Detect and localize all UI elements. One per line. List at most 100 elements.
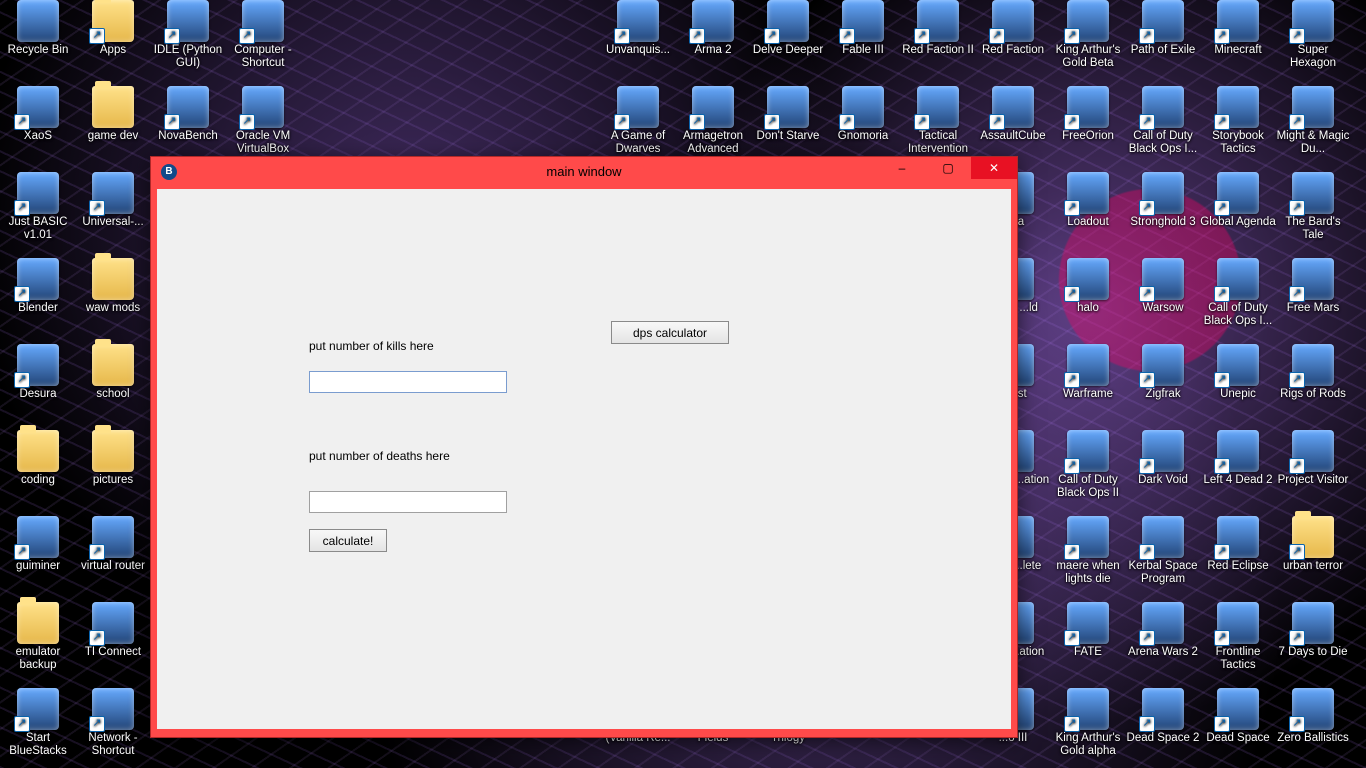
desktop-icon[interactable]: ↗Blender xyxy=(0,258,76,315)
desktop-icon-label: Global Agenda xyxy=(1200,216,1276,229)
desktop-icon[interactable]: ↗urban terror xyxy=(1275,516,1351,573)
shortcut-arrow-icon: ↗ xyxy=(1064,200,1080,216)
desktop-icon[interactable]: ↗Unepic xyxy=(1200,344,1276,401)
desktop-icon[interactable]: ↗Call of Duty Black Ops I... xyxy=(1125,86,1201,156)
desktop-icon[interactable]: ↗Warframe xyxy=(1050,344,1126,401)
desktop-icon[interactable]: waw mods xyxy=(75,258,151,315)
desktop-icon[interactable]: ↗Just BASIC v1.01 xyxy=(0,172,76,242)
desktop-icon[interactable]: ↗Red Faction xyxy=(975,0,1051,57)
desktop-icon[interactable]: ↗AssaultCube xyxy=(975,86,1051,143)
desktop-icon[interactable]: ↗Universal-... xyxy=(75,172,151,229)
desktop-icon[interactable]: emulator backup xyxy=(0,602,76,672)
desktop-icon[interactable]: ↗Zigfrak xyxy=(1125,344,1201,401)
desktop-icon[interactable]: ↗Frontline Tactics xyxy=(1200,602,1276,672)
desktop-icon[interactable]: ↗Red Eclipse xyxy=(1200,516,1276,573)
desktop-icon[interactable]: ↗Kerbal Space Program xyxy=(1125,516,1201,586)
desktop-icon[interactable]: ↗Armagetron Advanced xyxy=(675,86,751,156)
desktop-icon[interactable]: ↗Might & Magic Du... xyxy=(1275,86,1351,156)
desktop-icon[interactable]: ↗Gnomoria xyxy=(825,86,901,143)
shortcut-arrow-icon: ↗ xyxy=(89,544,105,560)
desktop-icon[interactable]: ↗Loadout xyxy=(1050,172,1126,229)
desktop-icon[interactable]: ↗Desura xyxy=(0,344,76,401)
desktop-icon[interactable]: ↗NovaBench xyxy=(150,86,226,143)
desktop-icon-label: Tactical Intervention xyxy=(900,130,976,156)
desktop-icon[interactable]: ↗Global Agenda xyxy=(1200,172,1276,229)
desktop-icon[interactable]: ↗Dead Space xyxy=(1200,688,1276,745)
desktop-icon[interactable]: ↗virtual router xyxy=(75,516,151,573)
deaths-input[interactable] xyxy=(309,491,507,513)
desktop-icon[interactable]: Recycle Bin xyxy=(0,0,76,57)
shortcut-arrow-icon: ↗ xyxy=(14,372,30,388)
desktop-icon[interactable]: ↗FreeOrion xyxy=(1050,86,1126,143)
desktop-icon[interactable]: ↗Minecraft xyxy=(1200,0,1276,57)
desktop-icon[interactable]: ↗TI Connect xyxy=(75,602,151,659)
desktop-icon[interactable]: ↗guiminer xyxy=(0,516,76,573)
deaths-label: put number of deaths here xyxy=(309,449,450,463)
shortcut-arrow-icon: ↗ xyxy=(1139,200,1155,216)
desktop-icon[interactable]: ↗Don't Starve xyxy=(750,86,826,143)
desktop-icon[interactable]: ↗Fable III xyxy=(825,0,901,57)
desktop-icon[interactable]: ↗IDLE (Python GUI) xyxy=(150,0,226,70)
desktop-icon[interactable]: ↗Zero Ballistics xyxy=(1275,688,1351,745)
desktop-icon[interactable]: ↗Delve Deeper xyxy=(750,0,826,57)
shortcut-arrow-icon: ↗ xyxy=(1289,286,1305,302)
desktop-icon[interactable]: ↗Computer - Shortcut xyxy=(225,0,301,70)
desktop-icon[interactable]: coding xyxy=(0,430,76,487)
desktop-icon[interactable]: ↗Stronghold 3 xyxy=(1125,172,1201,229)
shortcut-arrow-icon: ↗ xyxy=(989,114,1005,130)
desktop-icon[interactable]: ↗halo xyxy=(1050,258,1126,315)
calculate-button[interactable]: calculate! xyxy=(309,529,387,552)
desktop-icon-label: Unvanquis... xyxy=(600,44,676,57)
desktop-icon[interactable]: pictures xyxy=(75,430,151,487)
desktop-icon[interactable]: ↗Network - Shortcut xyxy=(75,688,151,758)
close-button[interactable]: ✕ xyxy=(971,157,1017,179)
desktop-icon[interactable]: ↗maere when lights die xyxy=(1050,516,1126,586)
desktop-icon[interactable]: ↗King Arthur's Gold alpha xyxy=(1050,688,1126,758)
shortcut-arrow-icon: ↗ xyxy=(989,28,1005,44)
desktop-icon[interactable]: ↗Storybook Tactics xyxy=(1200,86,1276,156)
desktop-icon[interactable]: ↗Dead Space 2 xyxy=(1125,688,1201,745)
desktop-icon[interactable]: ↗Dark Void xyxy=(1125,430,1201,487)
shortcut-arrow-icon: ↗ xyxy=(89,630,105,646)
desktop-icon[interactable]: ↗7 Days to Die xyxy=(1275,602,1351,659)
desktop-icon[interactable]: ↗Warsow xyxy=(1125,258,1201,315)
desktop-icon[interactable]: ↗Call of Duty Black Ops II xyxy=(1050,430,1126,500)
folder-icon xyxy=(92,258,134,300)
desktop-icon[interactable]: ↗Project Visitor xyxy=(1275,430,1351,487)
shortcut-arrow-icon: ↗ xyxy=(89,716,105,732)
desktop-icon[interactable]: ↗Call of Duty Black Ops I... xyxy=(1200,258,1276,328)
desktop-icon[interactable]: ↗Oracle VM VirtualBox xyxy=(225,86,301,156)
desktop-icon[interactable]: ↗Path of Exile xyxy=(1125,0,1201,57)
desktop-icon[interactable]: ↗Arma 2 xyxy=(675,0,751,57)
desktop-icon[interactable]: ↗Unvanquis... xyxy=(600,0,676,57)
shortcut-arrow-icon: ↗ xyxy=(1289,458,1305,474)
titlebar[interactable]: B main window – ▢ ✕ xyxy=(151,157,1017,187)
folder-icon xyxy=(92,430,134,472)
window-title: main window xyxy=(546,164,621,179)
desktop-icon[interactable]: ↗Left 4 Dead 2 xyxy=(1200,430,1276,487)
desktop-icon[interactable]: ↗FATE xyxy=(1050,602,1126,659)
desktop-icon[interactable]: ↗King Arthur's Gold Beta xyxy=(1050,0,1126,70)
maximize-button[interactable]: ▢ xyxy=(925,157,971,179)
desktop-icon-label: school xyxy=(75,388,151,401)
desktop-icon[interactable]: ↗Super Hexagon xyxy=(1275,0,1351,70)
minimize-button[interactable]: – xyxy=(879,157,925,179)
desktop-icon[interactable]: ↗Rigs of Rods xyxy=(1275,344,1351,401)
desktop-icon[interactable]: ↗XaoS xyxy=(0,86,76,143)
desktop-icon[interactable]: game dev xyxy=(75,86,151,143)
desktop-icon[interactable]: ↗Tactical Intervention xyxy=(900,86,976,156)
desktop-icon[interactable]: ↗Arena Wars 2 xyxy=(1125,602,1201,659)
shortcut-arrow-icon: ↗ xyxy=(14,286,30,302)
kills-input[interactable] xyxy=(309,371,507,393)
desktop-icon[interactable]: ↗A Game of Dwarves xyxy=(600,86,676,156)
shortcut-arrow-icon: ↗ xyxy=(764,114,780,130)
shortcut-arrow-icon: ↗ xyxy=(1139,544,1155,560)
dps-calculator-button[interactable]: dps calculator xyxy=(611,321,729,344)
desktop-icon[interactable]: ↗Apps xyxy=(75,0,151,57)
desktop-icon[interactable]: ↗Start BlueStacks xyxy=(0,688,76,758)
shortcut-arrow-icon: ↗ xyxy=(689,114,705,130)
desktop-icon[interactable]: school xyxy=(75,344,151,401)
desktop-icon[interactable]: ↗Red Faction II xyxy=(900,0,976,57)
desktop-icon[interactable]: ↗Free Mars xyxy=(1275,258,1351,315)
desktop-icon[interactable]: ↗The Bard's Tale xyxy=(1275,172,1351,242)
